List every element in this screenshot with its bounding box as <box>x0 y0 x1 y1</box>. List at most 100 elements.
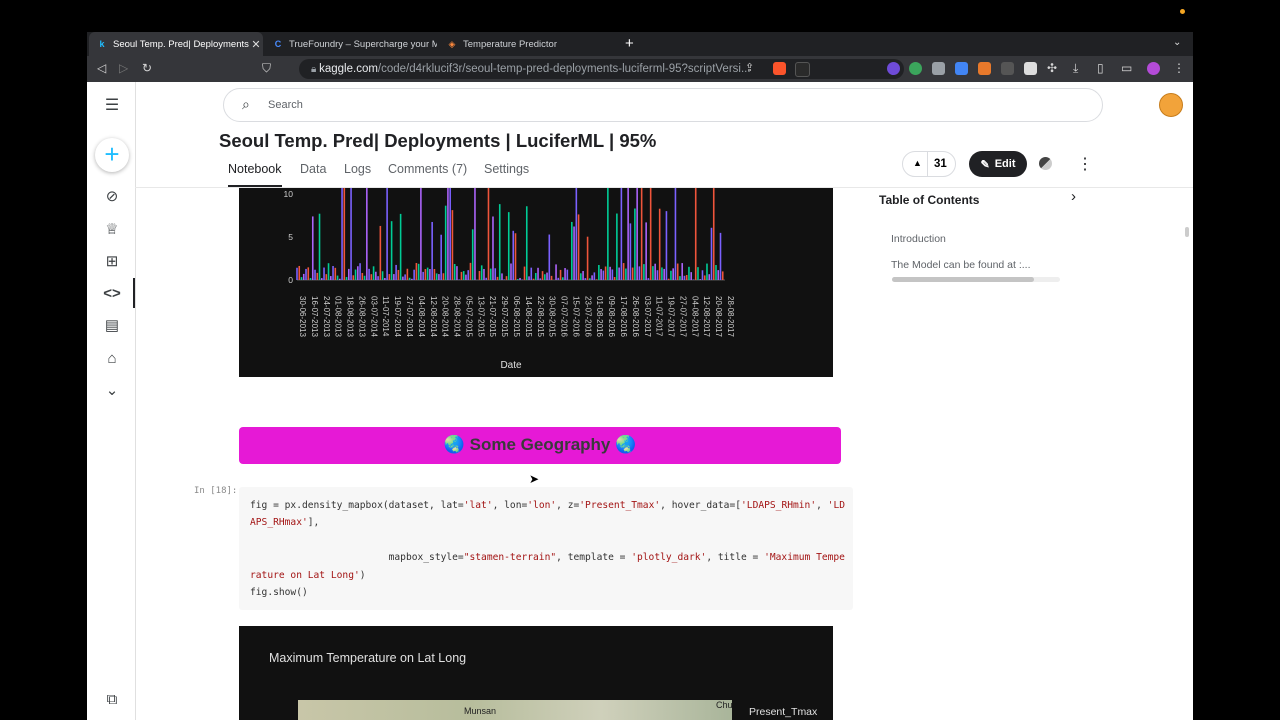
table-icon[interactable]: ⊞ <box>101 250 123 272</box>
view-active-events-icon[interactable]: ⧉ <box>101 688 123 710</box>
sidebar-icon[interactable]: ▯ <box>1097 61 1104 75</box>
theme-toggle-icon[interactable] <box>1039 157 1052 170</box>
comments-icon[interactable]: ▤ <box>101 314 123 336</box>
cell-execution-count: In [18]: <box>194 486 238 496</box>
new-tab-button[interactable]: + <box>625 35 634 52</box>
x-tick-label: 21-07-2015 <box>488 296 497 337</box>
grammarly-icon[interactable] <box>909 62 922 75</box>
browser-toolbar: ◁ ▷ ↻ ⛉ 🔒︎ kaggle.com/code/d4rklucif3r/s… <box>87 56 1193 82</box>
x-tick-label: 12-08-2014 <box>429 296 438 337</box>
tab-comments[interactable]: Comments (7) <box>388 162 467 176</box>
extensions-puzzle-icon[interactable]: ✣ <box>1047 61 1057 75</box>
terrain-map[interactable]: Munsan Chu <box>298 700 733 720</box>
date-bar-chart: 10 5 0 30-06-2013 16-07-2013 24-07-2013 01-08-… <box>239 188 833 377</box>
lock-icon: 🔒︎ <box>311 64 320 75</box>
x-tick-label: 01-08-2016 <box>595 296 604 337</box>
tab-settings[interactable]: Settings <box>484 162 529 176</box>
section-heading-geography: 🌏 Some Geography 🌏 <box>239 427 841 464</box>
translate-icon[interactable] <box>955 62 968 75</box>
y-tick-label: 5 <box>288 232 293 242</box>
metamask-icon[interactable] <box>978 62 991 75</box>
x-tick-label: 11-07-2014 <box>381 296 390 337</box>
toc-item-introduction[interactable]: Introduction <box>891 233 946 245</box>
upvote-arrow-icon: ▲ <box>913 158 922 168</box>
x-tick-label: 15-07-2016 <box>571 296 580 337</box>
brave-shield-icon[interactable] <box>773 62 786 75</box>
page-title: Seoul Temp. Pred| Deployments | LuciferM… <box>219 130 657 151</box>
profile-avatar[interactable] <box>1147 62 1160 75</box>
x-tick-label: 04-08-2014 <box>417 296 426 337</box>
tab-data[interactable]: Data <box>300 162 326 176</box>
camera-icon[interactable] <box>932 62 945 75</box>
y-tick-label: 0 <box>288 275 293 285</box>
screen-capture-icon[interactable] <box>1001 62 1014 75</box>
x-tick-label: 16-07-2013 <box>310 296 319 337</box>
brave-rewards-icon[interactable] <box>795 62 810 77</box>
tab-logs[interactable]: Logs <box>344 162 371 176</box>
notion-icon[interactable] <box>1024 62 1037 75</box>
trophy-icon[interactable]: ♕ <box>101 218 123 240</box>
tab-truefoundry[interactable]: C TrueFoundry – Supercharge your M <box>265 32 437 56</box>
forward-icon[interactable]: ▷ <box>119 61 128 75</box>
x-tick-label: 03-07-2017 <box>643 296 652 337</box>
left-navigation: ☰ + ⊘ ♕ ⊞ <> ▤ ⌂ ⌄ ⧉ <box>87 82 136 720</box>
compass-icon[interactable]: ⊘ <box>101 185 123 207</box>
more-options-icon[interactable]: ⋮ <box>1077 154 1093 174</box>
toc-collapse-chevron-icon[interactable]: › <box>1071 188 1076 205</box>
map-title: Maximum Temperature on Lat Long <box>269 651 467 665</box>
code-icon[interactable]: <> <box>101 282 123 304</box>
back-icon[interactable]: ◁ <box>97 61 106 75</box>
toc-scrollbar-track <box>892 277 1060 282</box>
x-tick-label: 07-07-2016 <box>560 296 569 337</box>
create-plus-icon[interactable]: + <box>95 138 129 172</box>
active-nav-indicator <box>133 278 135 308</box>
x-tick-label: 23-07-2016 <box>583 296 592 337</box>
code-cell[interactable]: fig = px.density_mapbox(dataset, lat='la… <box>239 487 853 610</box>
wallet-icon[interactable]: ▭ <box>1121 61 1132 75</box>
search-icon: ⌕ <box>242 96 250 112</box>
edit-button[interactable]: ✎ Edit <box>969 151 1027 177</box>
truefoundry-favicon-icon: C <box>274 39 282 49</box>
tab-kaggle[interactable]: k Seoul Temp. Pred| Deployments ✕ <box>89 32 263 56</box>
page-scrollbar[interactable] <box>1185 227 1189 237</box>
mouse-cursor-icon: ➤ <box>529 472 540 486</box>
bookmark-icon[interactable]: ⛉ <box>262 61 271 76</box>
url-bar[interactable]: 🔒︎ kaggle.com/code/d4rklucif3r/seoul-tem… <box>299 59 904 79</box>
x-tick-label: 19-07-2014 <box>393 296 402 337</box>
learn-icon[interactable]: ⌂ <box>101 347 123 369</box>
url-path: /code/d4rklucif3r/seoul-temp-pred-deploy… <box>377 63 751 75</box>
toc-item-model[interactable]: The Model can be found at :... <box>891 259 1031 271</box>
map-label-munsan: Munsan <box>464 706 497 716</box>
x-tick-label: 09-08-2016 <box>607 296 616 337</box>
tab-label: Temperature Predictor <box>463 38 557 50</box>
download-icon[interactable]: ⤓ <box>1073 61 1078 76</box>
search-input[interactable]: ⌕ Search <box>223 88 1103 122</box>
tab-label: TrueFoundry – Supercharge your M <box>289 38 437 50</box>
notification-dot <box>1180 9 1185 14</box>
tab-list-chevron-icon[interactable]: ⌄ <box>1173 37 1181 48</box>
code-source: fig = px.density_mapbox(dataset, lat='la… <box>250 500 845 599</box>
x-axis-title: Date <box>500 360 522 371</box>
url-domain: kaggle.com <box>319 63 378 75</box>
x-tick-label: 26-08-2016 <box>631 296 640 337</box>
share-icon[interactable]: ⇪ <box>745 61 754 74</box>
x-tick-label: 24-07-2013 <box>322 296 331 337</box>
upvote-button[interactable]: ▲ 31 <box>902 151 956 177</box>
map-label-chu: Chu <box>716 700 733 710</box>
browser-menu-icon[interactable]: ⋮ <box>1173 61 1185 75</box>
reload-icon[interactable]: ↻ <box>142 61 152 75</box>
x-tick-label: 17-08-2016 <box>619 296 628 337</box>
density-map-chart: Maximum Temperature on Lat Long Munsan C… <box>239 626 833 720</box>
expand-more-icon[interactable]: ⌄ <box>101 379 123 401</box>
hamburger-menu-icon[interactable]: ☰ <box>101 94 123 116</box>
vote-divider <box>927 152 928 176</box>
close-tab-icon[interactable]: ✕ <box>249 38 263 51</box>
search-placeholder: Search <box>268 99 303 111</box>
extension-badge-icon[interactable] <box>887 62 900 75</box>
upvote-count: 31 <box>934 158 947 170</box>
tab-notebook[interactable]: Notebook <box>228 162 282 176</box>
user-avatar[interactable] <box>1159 93 1183 117</box>
toc-scrollbar-thumb[interactable] <box>892 277 1034 282</box>
tab-temperature-predictor[interactable]: ◈ Temperature Predictor <box>439 32 609 56</box>
x-tick-label: 05-07-2015 <box>464 296 473 337</box>
